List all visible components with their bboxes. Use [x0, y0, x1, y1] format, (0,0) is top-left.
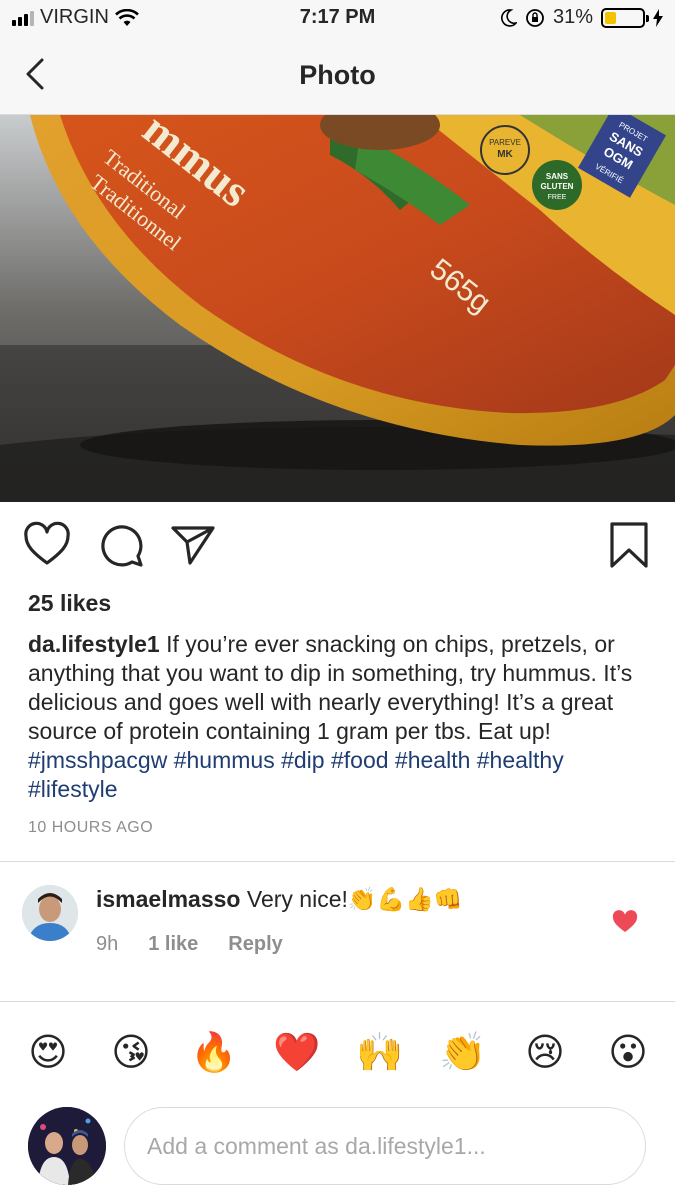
- moon-icon: [501, 8, 517, 27]
- bookmark-icon[interactable]: [604, 520, 654, 570]
- hummus-container-image: mmus Traditional Traditionnel 565g PAREV…: [0, 115, 675, 502]
- emoji-quick-bar: 😍 😘 🔥 ❤️ 🙌 👏 😢 😮: [0, 1027, 675, 1077]
- emoji-kiss[interactable]: 😘: [106, 1027, 156, 1077]
- gluten-badge-line3: FREE: [548, 194, 567, 201]
- post-timestamp: 10 HOURS AGO: [28, 819, 154, 836]
- caption-hashtags[interactable]: #jmsshpacgw #hummus #dip #food #health #…: [28, 747, 564, 802]
- post-photo[interactable]: mmus Traditional Traditionnel 565g PAREV…: [0, 115, 675, 502]
- comment-text: ismaelmasso Very nice!👏💪👍👊: [96, 886, 462, 913]
- reply-button[interactable]: Reply: [228, 933, 282, 956]
- charging-bolt-icon: [653, 8, 663, 27]
- gluten-badge-line1: SANS: [546, 172, 569, 181]
- rotation-lock-icon: [526, 8, 544, 27]
- comment-meta: 9h 1 like Reply: [96, 933, 283, 956]
- comment-body: Very nice!👏💪👍👊: [246, 886, 463, 912]
- kosher-badge-line2: MK: [497, 149, 513, 160]
- emoji-raised-hands[interactable]: 🙌: [355, 1027, 405, 1077]
- my-avatar: [28, 1107, 106, 1185]
- divider: [0, 1001, 675, 1002]
- page-title: Photo: [299, 60, 376, 90]
- emoji-clap[interactable]: 👏: [438, 1027, 488, 1077]
- comment-username[interactable]: ismaelmasso: [96, 886, 240, 912]
- navigation-bar: Photo: [0, 38, 675, 115]
- battery-percent: 31%: [552, 6, 593, 28]
- kosher-badge-line1: PAREVE: [489, 138, 521, 147]
- comment-age: 9h: [96, 933, 119, 955]
- heart-filled-icon[interactable]: [612, 910, 638, 934]
- commenter-avatar[interactable]: [22, 885, 78, 941]
- paper-plane-icon[interactable]: [168, 520, 218, 570]
- comment-likes[interactable]: 1 like: [148, 933, 198, 956]
- heart-outline-icon[interactable]: [22, 520, 72, 570]
- post-caption: da.lifestyle1 If you’re ever snacking on…: [28, 630, 653, 804]
- comment-bubble-icon[interactable]: [96, 520, 146, 570]
- emoji-fire[interactable]: 🔥: [189, 1027, 239, 1077]
- post-actions: [0, 520, 675, 576]
- status-bar: VIRGIN 7:17 PM 31%: [0, 0, 675, 38]
- emoji-heart-eyes[interactable]: 😍: [23, 1027, 73, 1077]
- emoji-heart[interactable]: ❤️: [272, 1027, 322, 1077]
- battery-icon: [601, 7, 649, 28]
- divider: [0, 861, 675, 862]
- emoji-surprised[interactable]: 😮: [603, 1027, 653, 1077]
- status-right: 31%: [501, 6, 663, 29]
- likes-count[interactable]: 25 likes: [28, 590, 111, 617]
- caption-username[interactable]: da.lifestyle1: [28, 631, 160, 657]
- emoji-cry[interactable]: 😢: [520, 1027, 570, 1077]
- gluten-badge-line2: GLUTEN: [541, 182, 574, 191]
- comment-input[interactable]: [124, 1107, 646, 1185]
